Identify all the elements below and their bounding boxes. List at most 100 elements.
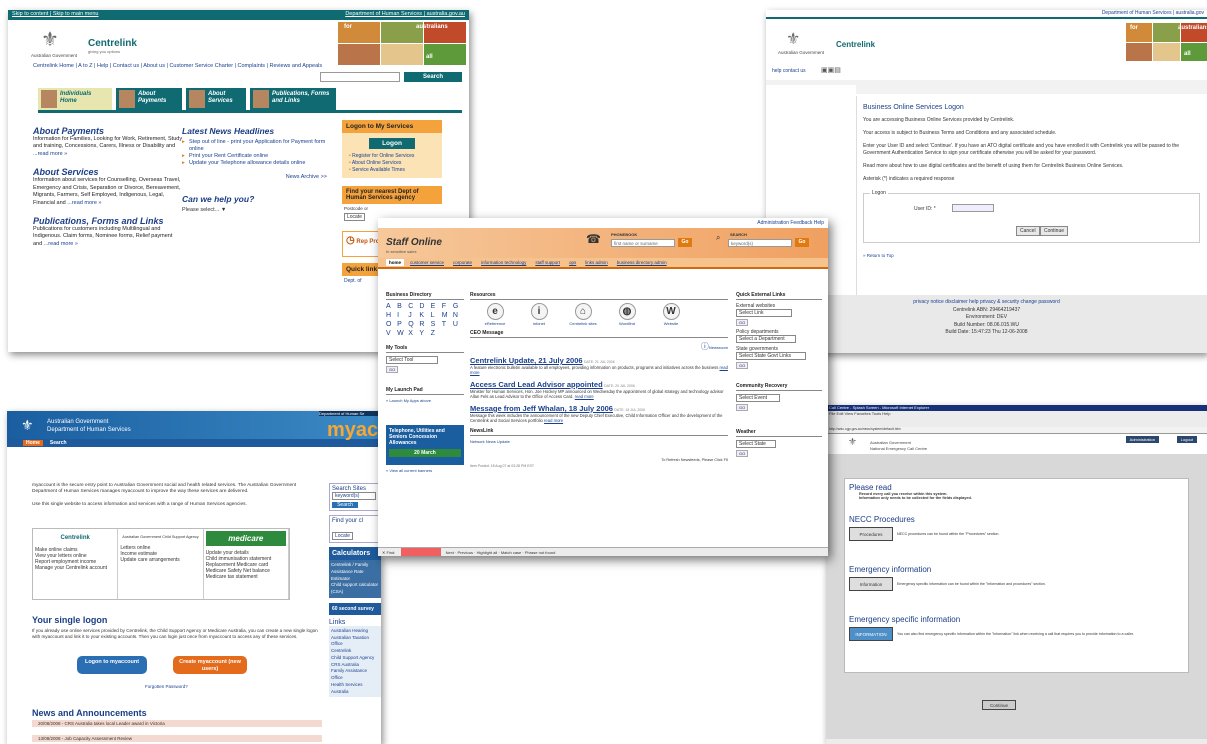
locate-button[interactable]: Locate	[344, 213, 366, 222]
link-item[interactable]: Centrelink	[331, 648, 379, 655]
logon-link[interactable]: Register for Online Services	[349, 153, 435, 160]
centrelink-logo[interactable]: Centrelink	[35, 535, 115, 541]
administration-link[interactable]: Administration	[1125, 436, 1159, 443]
highlight-all-button[interactable]: Highlight all	[477, 550, 498, 555]
continue-button[interactable]: Continue	[982, 700, 1016, 710]
news-headline[interactable]: Message from Jeff Whalan, 18 July 2006	[470, 404, 613, 413]
cancel-button[interactable]: Cancel	[1016, 226, 1040, 236]
news-archive-link[interactable]: News Archive >>	[182, 174, 327, 180]
specific-information-button[interactable]: INFORMATION	[849, 627, 893, 641]
global-nav-links[interactable]: Centrelink Home | A to Z | Help | Contac…	[33, 63, 322, 69]
link-item[interactable]: Australian Hearing	[331, 628, 379, 635]
letter-link[interactable]: A	[386, 303, 397, 310]
letter-link[interactable]: T	[442, 321, 453, 328]
tab-about-services[interactable]: About Services	[186, 88, 246, 110]
weather-select[interactable]: Select State	[736, 440, 776, 448]
news-item[interactable]: Step out of line - print your Applicatio…	[182, 139, 327, 153]
letter-link[interactable]: V	[386, 330, 397, 337]
logon-link[interactable]: About Online Services	[349, 160, 435, 167]
match-case-checkbox[interactable]: Match case	[501, 550, 521, 555]
phonebook-go-button[interactable]: Go	[678, 238, 692, 247]
tab-publications[interactable]: Publications, Forms and Links	[250, 88, 336, 110]
news-item[interactable]: Print your Rent Certificate online	[182, 153, 327, 160]
letter-link[interactable]: L	[431, 312, 442, 319]
locate-button[interactable]: Locate	[332, 532, 354, 540]
concession-promo-banner[interactable]: Telephone, Utilities and Seniors Concess…	[386, 425, 464, 465]
logon-link[interactable]: Service Available Times	[349, 167, 435, 174]
news-headline[interactable]: Access Card Lead Advisor appointed	[470, 380, 603, 389]
find-next-button[interactable]: Next	[446, 550, 454, 555]
external-go-button[interactable]: GO	[736, 319, 749, 326]
menu-item[interactable]: staff support	[532, 259, 563, 266]
font-size-icons[interactable]: ▣▣▤	[821, 66, 841, 74]
about-payments-more-link[interactable]: ...read more »	[33, 151, 67, 157]
state-select[interactable]: Select State Govt Links	[736, 352, 806, 360]
menu-item[interactable]: information technology	[478, 259, 529, 266]
ereference-icon[interactable]: e eReference	[478, 303, 512, 326]
weather-go-button[interactable]: GO	[736, 450, 749, 457]
letter-link[interactable]: K	[419, 312, 430, 319]
continue-button[interactable]: Continue	[1040, 226, 1069, 236]
sub-nav[interactable]: help contact us	[772, 68, 806, 74]
letter-link[interactable]: W	[397, 330, 408, 337]
logon-myaccount-button[interactable]: Logon to myaccount	[77, 656, 147, 674]
centrelink-logo[interactable]: Centrelink	[836, 40, 875, 49]
about-services-heading[interactable]: About Services	[33, 167, 183, 177]
letter-link[interactable]: H	[386, 312, 397, 319]
centrelink-sites-icon[interactable]: ⌂ Centrelink sites	[566, 303, 600, 326]
publications-heading[interactable]: Publications, Forms and Links	[33, 216, 183, 226]
link-item[interactable]: CRS Australia	[331, 662, 379, 669]
calculator-link[interactable]: Child support calculator (CSA)	[331, 582, 379, 596]
browser-menubar[interactable]: File Edit View Favorites Tools Help	[826, 411, 1207, 427]
letter-link[interactable]: F	[442, 303, 453, 310]
search-go-button[interactable]: Go	[795, 238, 809, 247]
menu-home[interactable]: home	[386, 259, 405, 266]
letter-link[interactable]: R	[419, 321, 430, 328]
find-previous-button[interactable]: Previous	[457, 550, 473, 555]
menu-item[interactable]: customer service	[407, 259, 447, 266]
gov-link[interactable]: australia.gov.au	[427, 11, 465, 17]
newsroom-link[interactable]: ⓘNewsroom	[470, 341, 728, 352]
phonebook-input[interactable]: first name or surname	[611, 239, 675, 247]
address-bar[interactable]: http://wdc.cgp.gov.au/necc/system/defaul…	[826, 427, 1207, 434]
letter-link[interactable]: S	[431, 321, 442, 328]
logout-link[interactable]: Logout	[1176, 436, 1197, 443]
search-input[interactable]: keyword(s)	[728, 239, 792, 247]
centrelink-logo[interactable]: Centrelink giving you options	[88, 38, 137, 54]
keyword-input[interactable]: keyword(s)	[332, 492, 376, 500]
dhs-link[interactable]: Department of Human Services	[345, 11, 422, 17]
letter-link[interactable]: Z	[431, 330, 442, 337]
letter-link[interactable]: E	[431, 303, 442, 310]
website-icon[interactable]: W Website	[654, 303, 688, 326]
survey-button[interactable]: 60 second survey	[329, 602, 381, 615]
information-button[interactable]: Information	[849, 577, 893, 591]
letter-link[interactable]: P	[397, 321, 408, 328]
letter-link[interactable]: O	[386, 321, 397, 328]
skip-content-link[interactable]: Skip to content	[12, 11, 48, 17]
user-id-input[interactable]	[952, 204, 994, 212]
link-item[interactable]: Family Assistance Office	[331, 668, 379, 682]
nav-search[interactable]: Search	[47, 440, 70, 446]
wordfind-icon[interactable]: ◍ Wordfind	[610, 303, 644, 326]
search-input[interactable]	[320, 72, 400, 82]
menu-item[interactable]: business directory admin	[614, 259, 670, 266]
calculator-link[interactable]: Centrelink / Family Assistance Rate Esti…	[331, 562, 379, 582]
medicare-logo[interactable]: medicare	[205, 531, 286, 546]
tab-individuals-home[interactable]: Individuals Home	[38, 88, 112, 110]
service-item[interactable]: Update care arrangements	[120, 557, 200, 563]
return-to-top-link[interactable]: » Return to Top	[863, 253, 1206, 258]
tab-about-payments[interactable]: About Payments	[116, 88, 182, 110]
logon-button[interactable]: Logon	[369, 138, 415, 149]
skip-menu-link[interactable]: Skip to main menu	[53, 11, 99, 17]
tool-select[interactable]: Select Tool	[386, 356, 438, 364]
create-myaccount-button[interactable]: Create myaccount (new users)	[173, 656, 247, 674]
tools-go-button[interactable]: GO	[386, 366, 399, 373]
service-item[interactable]: Medicare tax statement	[206, 574, 286, 580]
news-headline[interactable]: Centrelink Update, 21 July 2006	[470, 356, 583, 365]
search-button[interactable]: Search	[404, 72, 462, 82]
menu-item[interactable]: links admin	[582, 259, 611, 266]
view-banners-link[interactable]: » View all current banners	[386, 468, 464, 473]
top-links[interactable]: Department of Human Services | australia…	[766, 10, 1207, 19]
csa-logo[interactable]: Australian Government Child Support Agen…	[120, 535, 200, 539]
letter-link[interactable]: U	[453, 321, 464, 328]
